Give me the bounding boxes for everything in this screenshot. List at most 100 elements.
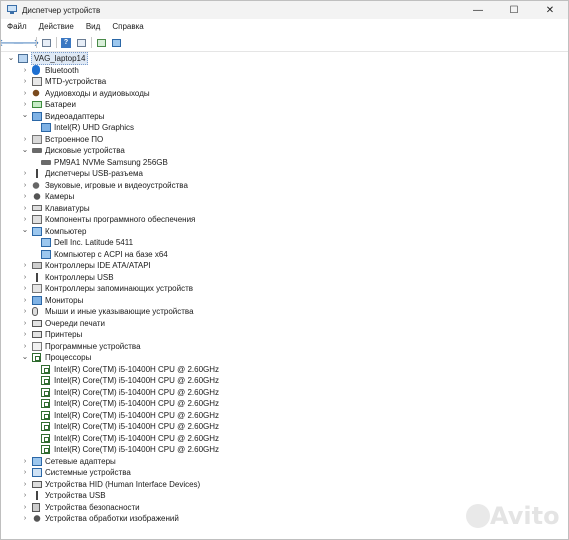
tree-item-label: PM9A1 NVMe Samsung 256GB [54,157,168,167]
tree-category-row[interactable]: ⌄ Компьютер [1,225,568,238]
tree-category-row[interactable]: › Мониторы [1,295,568,307]
tree-category-row[interactable]: › Устройства HID (Human Interface Devices… [1,479,568,491]
tree-device-row[interactable]: Intel(R) Core(TM) i5-10400H CPU @ 2.60GH… [1,387,568,399]
toolbar: 🡐 🡒 ? [1,34,568,52]
collapse-chevron-icon[interactable]: ⌄ [7,52,15,62]
expand-chevron-icon[interactable]: › [21,295,29,305]
expand-chevron-icon[interactable]: › [21,479,29,489]
expand-chevron-icon[interactable]: › [21,330,29,340]
minimize-button[interactable]: — [460,1,496,19]
net-icon [32,456,42,466]
tree-device-row[interactable]: Intel(R) Core(TM) i5-10400H CPU @ 2.60GH… [1,375,568,387]
tree-device-row[interactable]: Intel(R) Core(TM) i5-10400H CPU @ 2.60GH… [1,433,568,445]
tree-category-row[interactable]: › Контроллеры запоминающих устройств [1,283,568,295]
usbc-icon [32,169,42,179]
collapse-chevron-icon[interactable]: ⌄ [21,225,29,235]
expand-chevron-icon[interactable]: › [21,468,29,478]
menu-view[interactable]: Вид [80,22,106,31]
menu-help[interactable]: Справка [106,22,149,31]
expand-chevron-icon[interactable]: › [21,307,29,317]
tree-device-row[interactable]: Intel(R) Core(TM) i5-10400H CPU @ 2.60GH… [1,444,568,456]
sound-icon [32,180,42,190]
tree-category-row[interactable]: › Контроллеры USB [1,272,568,284]
tree-category-row[interactable]: › MTD-устройства [1,76,568,88]
menu-file[interactable]: Файл [1,22,33,31]
properties-button[interactable] [40,37,52,49]
tree-root-row[interactable]: ⌄ VAG_laptop14 [1,52,568,66]
tree-category-row[interactable]: › Контроллеры IDE ATA/ATAPI [1,260,568,272]
tree-category-row[interactable]: › Сетевые адаптеры [1,456,568,468]
expand-chevron-icon[interactable]: › [21,456,29,466]
collapse-chevron-icon[interactable]: ⌄ [21,110,29,120]
expand-chevron-icon[interactable]: › [21,215,29,225]
expand-chevron-icon[interactable]: › [21,514,29,524]
update-driver-button[interactable] [95,37,107,49]
tree-category-row[interactable]: › Очереди печати [1,318,568,330]
expand-chevron-icon[interactable]: › [21,180,29,190]
tree-category-row[interactable]: › Принтеры [1,329,568,341]
tree-category-row[interactable]: › Программные устройства [1,341,568,353]
tree-item-label: Звуковые, игровые и видеоустройства [45,180,188,190]
expand-chevron-icon[interactable]: › [21,272,29,282]
tree-item-label: Контроллеры IDE ATA/ATAPI [45,261,151,271]
tree-device-row[interactable]: Dell Inc. Latitude 5411 [1,237,568,249]
tree-item-label: Системные устройства [45,468,131,478]
tree-category-row[interactable]: ⌄ Дисковые устройства [1,145,568,157]
collapse-chevron-icon[interactable]: ⌄ [21,144,29,154]
expand-chevron-icon[interactable]: › [21,284,29,294]
tree-category-row[interactable]: › Мыши и иные указывающие устройства [1,306,568,318]
tree-category-row[interactable]: › Встроенное ПО [1,134,568,146]
tree-category-row[interactable]: ⌄ Видеоадаптеры [1,110,568,123]
tree-category-row[interactable]: › Bluetooth [1,65,568,77]
expand-chevron-icon[interactable]: › [21,261,29,271]
tree-item-label: Bluetooth [45,65,79,75]
tree-category-row[interactable]: › Системные устройства [1,467,568,479]
expand-chevron-icon[interactable]: › [21,502,29,512]
tree-item-label: Сетевые адаптеры [45,456,116,466]
tree-category-row[interactable]: ⌄ Процессоры [1,352,568,364]
expand-chevron-icon[interactable]: › [21,491,29,501]
device-manager-window: Диспетчер устройств — ☐ ✕ Файл Действие … [0,0,569,540]
tree-item-label: VAG_laptop14 [31,52,89,66]
tree-category-row[interactable]: › Аудиовходы и аудиовыходы [1,88,568,100]
tree-category-row[interactable]: › Клавиатуры [1,203,568,215]
maximize-button[interactable]: ☐ [496,1,532,19]
tree-item-label: Диспетчеры USB-разъема [45,169,143,179]
sys-icon [32,468,42,478]
menu-bar: Файл Действие Вид Справка [1,19,568,34]
tree-device-row[interactable]: Intel(R) Core(TM) i5-10400H CPU @ 2.60GH… [1,364,568,376]
expand-chevron-icon[interactable]: › [21,100,29,110]
tree-device-row[interactable]: Intel(R) Core(TM) i5-10400H CPU @ 2.60GH… [1,410,568,422]
expand-chevron-icon[interactable]: › [21,341,29,351]
ide-icon [32,262,42,270]
expand-chevron-icon[interactable]: › [21,318,29,328]
expand-chevron-icon[interactable]: › [21,65,29,75]
expand-chevron-icon[interactable]: › [21,77,29,87]
update-driver-icon [96,38,106,47]
expand-chevron-icon[interactable]: › [21,203,29,213]
tree-category-row[interactable]: › Батареи [1,99,568,111]
tree-category-row[interactable]: › Компоненты программного обеспечения [1,214,568,226]
tree-device-row[interactable]: Intel(R) Core(TM) i5-10400H CPU @ 2.60GH… [1,421,568,433]
show-hidden-button[interactable] [75,37,87,49]
tree-item-label: Камеры [45,192,75,202]
expand-chevron-icon[interactable]: › [21,134,29,144]
close-button[interactable]: ✕ [532,1,568,19]
tree-device-row[interactable]: PM9A1 NVMe Samsung 256GB [1,157,568,169]
tree-device-row[interactable]: Intel(R) UHD Graphics [1,122,568,134]
tree-device-row[interactable]: Intel(R) Core(TM) i5-10400H CPU @ 2.60GH… [1,398,568,410]
imaging-icon [32,514,42,524]
expand-chevron-icon[interactable]: › [21,88,29,98]
tree-device-row[interactable]: Компьютер с ACPI на базе x64 [1,249,568,261]
help-button[interactable]: ? [60,37,72,49]
expand-chevron-icon[interactable]: › [21,192,29,202]
tree-category-row[interactable]: › Камеры [1,191,568,203]
expand-chevron-icon[interactable]: › [21,169,29,179]
menu-action[interactable]: Действие [33,22,80,31]
collapse-chevron-icon[interactable]: ⌄ [21,351,29,361]
forward-button[interactable]: 🡒 [13,37,40,49]
tree-category-row[interactable]: › Диспетчеры USB-разъема [1,168,568,180]
tree-category-row[interactable]: › Звуковые, игровые и видеоустройства [1,180,568,192]
scan-hardware-button[interactable] [110,37,122,49]
device-tree[interactable]: ⌄ VAG_laptop14 › Bluetooth › MTD-устройства › А… [1,52,568,539]
